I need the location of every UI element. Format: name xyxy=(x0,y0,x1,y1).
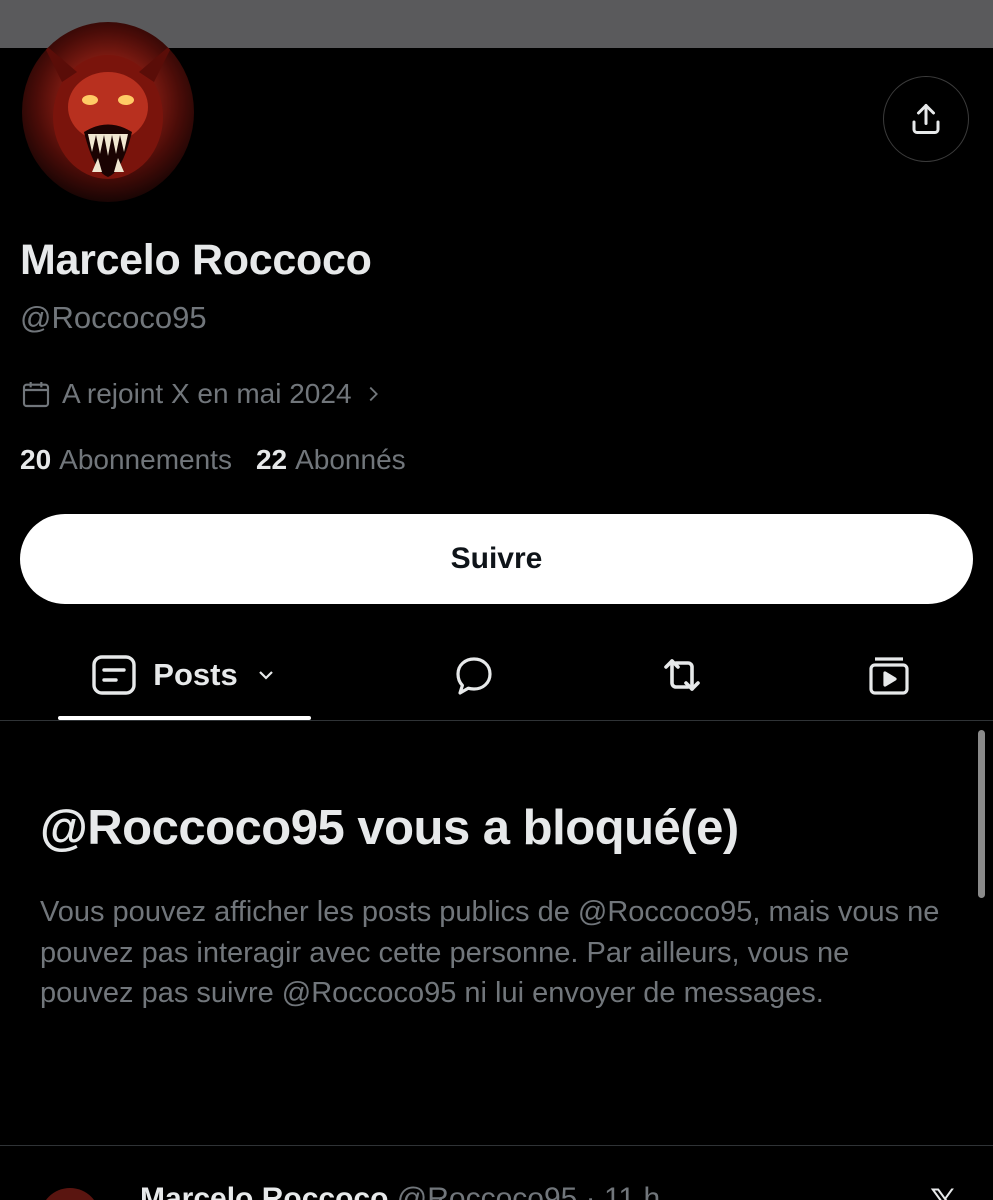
followers-count: 22 xyxy=(255,444,288,475)
next-post-header: Marcelo Roccoco @Roccoco95 · 11 h xyxy=(140,1182,660,1200)
followers-label: Abonnés xyxy=(295,444,406,475)
profile-avatar[interactable] xyxy=(22,22,194,202)
tab-replies[interactable] xyxy=(447,630,501,720)
scrollbar[interactable] xyxy=(978,730,985,898)
replies-icon xyxy=(456,657,492,695)
next-post[interactable]: Marcelo Roccoco @Roccoco95 · 11 h 𝕏 xyxy=(0,1160,993,1200)
tab-posts-label: Posts xyxy=(153,657,238,692)
x-logo-icon: 𝕏 xyxy=(930,1182,957,1200)
posts-icon xyxy=(92,655,136,695)
tab-posts[interactable]: Posts xyxy=(58,630,311,720)
active-tab-indicator xyxy=(58,716,311,720)
following-link[interactable]: 20 Abonnements xyxy=(20,444,232,476)
reposts-icon xyxy=(664,659,700,691)
calendar-icon xyxy=(22,382,50,408)
follow-button[interactable]: Suivre xyxy=(20,514,973,604)
joined-text: A rejoint X en mai 2024 xyxy=(62,378,352,409)
following-label: Abonnements xyxy=(59,444,232,475)
tab-reposts[interactable] xyxy=(652,630,712,720)
blocked-title: @Roccoco95 vous a bloqué(e) xyxy=(40,801,739,855)
chevron-down-icon xyxy=(258,671,273,680)
share-button[interactable] xyxy=(883,76,969,162)
tab-videos[interactable] xyxy=(862,630,916,720)
next-post-handle-time: @Roccoco95 · 11 h xyxy=(396,1182,661,1200)
blocked-message: Vous pouvez afficher les posts publics d… xyxy=(40,896,940,1009)
profile-tabs: Posts xyxy=(0,630,993,721)
followers-link[interactable]: 22 Abonnés xyxy=(256,444,406,476)
profile-stats: 20 Abonnements 22 Abonnés xyxy=(20,444,406,476)
profile-handle: @Roccoco95 xyxy=(20,300,207,335)
share-icon xyxy=(912,104,940,134)
divider xyxy=(0,1145,993,1146)
joined-date[interactable]: A rejoint X en mai 2024 xyxy=(20,378,384,410)
videos-icon xyxy=(869,657,909,695)
next-post-avatar[interactable] xyxy=(40,1188,100,1200)
chevron-right-icon xyxy=(369,386,378,402)
following-count: 20 xyxy=(20,444,52,475)
next-post-name: Marcelo Roccoco xyxy=(140,1182,389,1200)
profile-name: Marcelo Roccoco xyxy=(20,236,372,284)
